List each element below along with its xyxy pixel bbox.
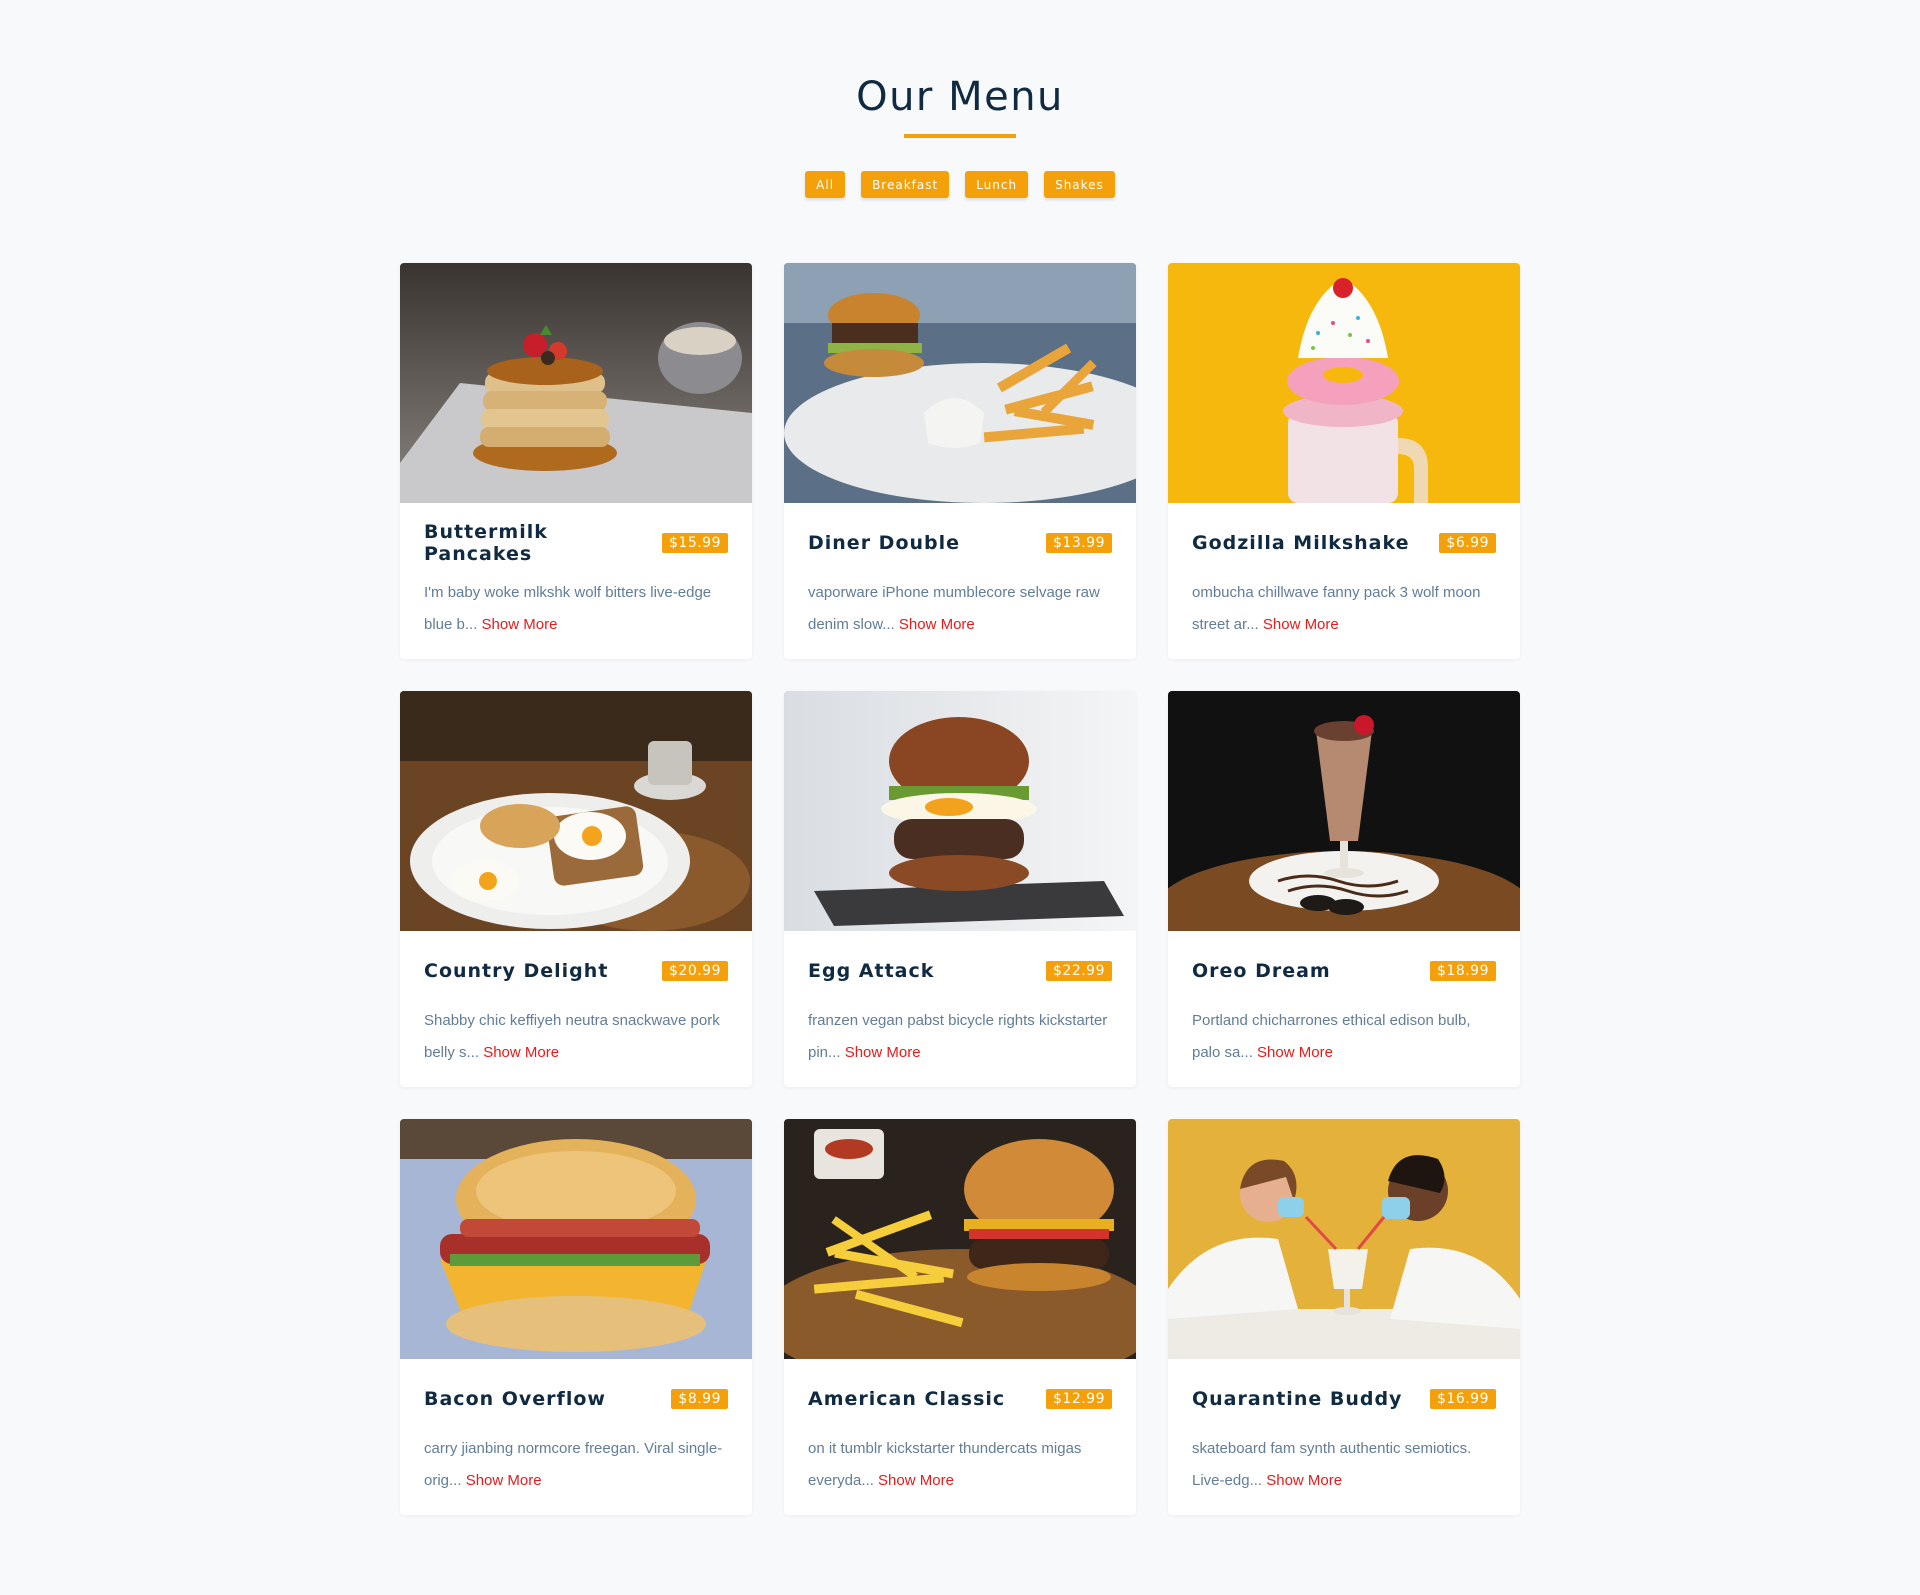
menu-item-name: Godzilla Milkshake xyxy=(1192,532,1410,554)
menu-item-card: American Classic $12.99 on it tumblr kic… xyxy=(784,1119,1136,1515)
menu-item-header: Bacon Overflow $8.99 xyxy=(424,1359,728,1431)
menu-item-description: on it tumblr kickstarter thundercats mig… xyxy=(808,1440,1082,1489)
menu-item-description: Shabby chic keffiyeh neutra snackwave po… xyxy=(424,1012,720,1061)
menu-item-info: Quarantine Buddy $16.99 skateboard fam s… xyxy=(1168,1359,1520,1497)
menu-item-name: Buttermilk Pancakes xyxy=(424,521,548,565)
milkshake-photo xyxy=(1168,263,1520,503)
egg-burger-photo xyxy=(784,691,1136,931)
menu-item-description: I'm baby woke mlkshk wolf bitters live-e… xyxy=(424,584,712,633)
menu-item-info: Egg Attack $22.99 franzen vegan pabst bi… xyxy=(784,931,1136,1069)
menu-item-header: Oreo Dream $18.99 xyxy=(1192,931,1496,1003)
show-more-link[interactable]: Show More xyxy=(899,616,975,633)
menu-item-description: carry jianbing normcore freegan. Viral s… xyxy=(424,1440,723,1489)
menu-item-header: American Classic $12.99 xyxy=(808,1359,1112,1431)
filter-breakfast-button[interactable]: Breakfast xyxy=(861,171,950,198)
menu-item-card: Godzilla Milkshake $6.99 ombucha chillwa… xyxy=(1168,263,1520,659)
filter-shakes-button[interactable]: Shakes xyxy=(1044,171,1115,198)
burger-fries-photo xyxy=(784,263,1136,503)
menu-grid: Buttermilk Pancakes $15.99 I'm baby woke… xyxy=(400,263,1520,1515)
menu-item-header: Buttermilk Pancakes $15.99 xyxy=(424,503,728,575)
show-more-link[interactable]: Show More xyxy=(845,1044,921,1061)
show-more-link[interactable]: Show More xyxy=(482,616,558,633)
menu-item-info: Buttermilk Pancakes $15.99 I'm baby woke… xyxy=(400,503,752,641)
price-badge: $6.99 xyxy=(1439,533,1496,553)
show-more-link[interactable]: Show More xyxy=(483,1044,559,1061)
menu-item-header: Quarantine Buddy $16.99 xyxy=(1192,1359,1496,1431)
bacon-biscuit-photo xyxy=(400,1119,752,1359)
menu-item-info: Godzilla Milkshake $6.99 ombucha chillwa… xyxy=(1168,503,1520,641)
price-badge: $12.99 xyxy=(1046,1389,1112,1409)
menu-item-header: Egg Attack $22.99 xyxy=(808,931,1112,1003)
menu-item-description: ombucha chillwave fanny pack 3 wolf moon… xyxy=(1192,584,1481,633)
menu-item-info: Oreo Dream $18.99 Portland chicharrones … xyxy=(1168,931,1520,1069)
menu-item-card: Buttermilk Pancakes $15.99 I'm baby woke… xyxy=(400,263,752,659)
menu-item-card: Bacon Overflow $8.99 carry jianbing norm… xyxy=(400,1119,752,1515)
menu-item-name: Egg Attack xyxy=(808,960,935,982)
menu-item-card: Country Delight $20.99 Shabby chic keffi… xyxy=(400,691,752,1087)
price-badge: $15.99 xyxy=(662,533,728,553)
show-more-link[interactable]: Show More xyxy=(878,1472,954,1489)
filter-bar: All Breakfast Lunch Shakes xyxy=(0,171,1920,198)
price-badge: $22.99 xyxy=(1046,961,1112,981)
menu-item-header: Godzilla Milkshake $6.99 xyxy=(1192,503,1496,575)
couple-shake-photo xyxy=(1168,1119,1520,1359)
menu-item-description: vaporware iPhone mumblecore selvage raw … xyxy=(808,584,1100,633)
pancakes-photo xyxy=(400,263,752,503)
menu-item-name: Country Delight xyxy=(424,960,609,982)
price-badge: $20.99 xyxy=(662,961,728,981)
filter-all-button[interactable]: All xyxy=(805,171,846,198)
menu-item-header: Country Delight $20.99 xyxy=(424,931,728,1003)
price-badge: $13.99 xyxy=(1046,533,1112,553)
menu-item-header: Diner Double $13.99 xyxy=(808,503,1112,575)
oreo-shake-photo xyxy=(1168,691,1520,931)
menu-item-info: Diner Double $13.99 vaporware iPhone mum… xyxy=(784,503,1136,641)
menu-item-card: Quarantine Buddy $16.99 skateboard fam s… xyxy=(1168,1119,1520,1515)
filter-lunch-button[interactable]: Lunch xyxy=(965,171,1029,198)
menu-item-description: skateboard fam synth authentic semiotics… xyxy=(1192,1440,1472,1489)
classic-burger-photo xyxy=(784,1119,1136,1359)
menu-item-name: Quarantine Buddy xyxy=(1192,1388,1403,1410)
menu-item-name: Oreo Dream xyxy=(1192,960,1331,982)
price-badge: $8.99 xyxy=(671,1389,728,1409)
show-more-link[interactable]: Show More xyxy=(466,1472,542,1489)
price-badge: $16.99 xyxy=(1430,1389,1496,1409)
menu-item-description: franzen vegan pabst bicycle rights kicks… xyxy=(808,1012,1108,1061)
menu-item-card: Oreo Dream $18.99 Portland chicharrones … xyxy=(1168,691,1520,1087)
menu-item-name: Bacon Overflow xyxy=(424,1388,606,1410)
show-more-link[interactable]: Show More xyxy=(1263,616,1339,633)
menu-item-info: American Classic $12.99 on it tumblr kic… xyxy=(784,1359,1136,1497)
menu-item-name: American Classic xyxy=(808,1388,1006,1410)
menu-item-info: Bacon Overflow $8.99 carry jianbing norm… xyxy=(400,1359,752,1497)
price-badge: $18.99 xyxy=(1430,961,1496,981)
eggs-plate-photo xyxy=(400,691,752,931)
show-more-link[interactable]: Show More xyxy=(1257,1044,1333,1061)
menu-item-card: Diner Double $13.99 vaporware iPhone mum… xyxy=(784,263,1136,659)
show-more-link[interactable]: Show More xyxy=(1266,1472,1342,1489)
menu-item-description: Portland chicharrones ethical edison bul… xyxy=(1192,1012,1471,1061)
page-title: Our Menu xyxy=(856,74,1064,120)
menu-item-info: Country Delight $20.99 Shabby chic keffi… xyxy=(400,931,752,1069)
menu-item-card: Egg Attack $22.99 franzen vegan pabst bi… xyxy=(784,691,1136,1087)
title-underline xyxy=(904,134,1016,138)
menu-item-name: Diner Double xyxy=(808,532,961,554)
menu-page: Our Menu All Breakfast Lunch Shakes Butt… xyxy=(0,0,1920,1595)
